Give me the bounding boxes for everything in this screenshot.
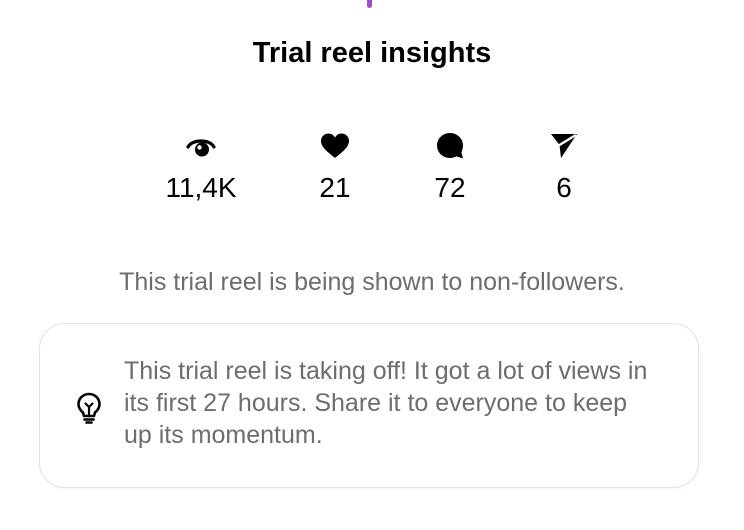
lightbulb-icon <box>74 391 104 425</box>
stat-comments-value: 72 <box>434 172 466 203</box>
stat-likes-value: 21 <box>319 172 351 203</box>
stat-shares-value: 6 <box>556 172 572 203</box>
page-title: Trial reel insights <box>252 37 492 69</box>
stats-row: 11,4K 21 72 6 <box>0 130 744 210</box>
share-icon <box>548 130 580 162</box>
drag-handle[interactable] <box>367 0 372 8</box>
stat-views-value: 11,4K <box>165 172 237 203</box>
heart-icon <box>319 130 351 162</box>
tip-card: This trial reel is taking off! It got a … <box>39 323 699 488</box>
eye-icon <box>185 130 217 162</box>
audience-notice: This trial reel is being shown to non-fo… <box>119 268 625 296</box>
comment-icon <box>434 130 466 162</box>
tip-text: This trial reel is taking off! It got a … <box>124 357 648 449</box>
